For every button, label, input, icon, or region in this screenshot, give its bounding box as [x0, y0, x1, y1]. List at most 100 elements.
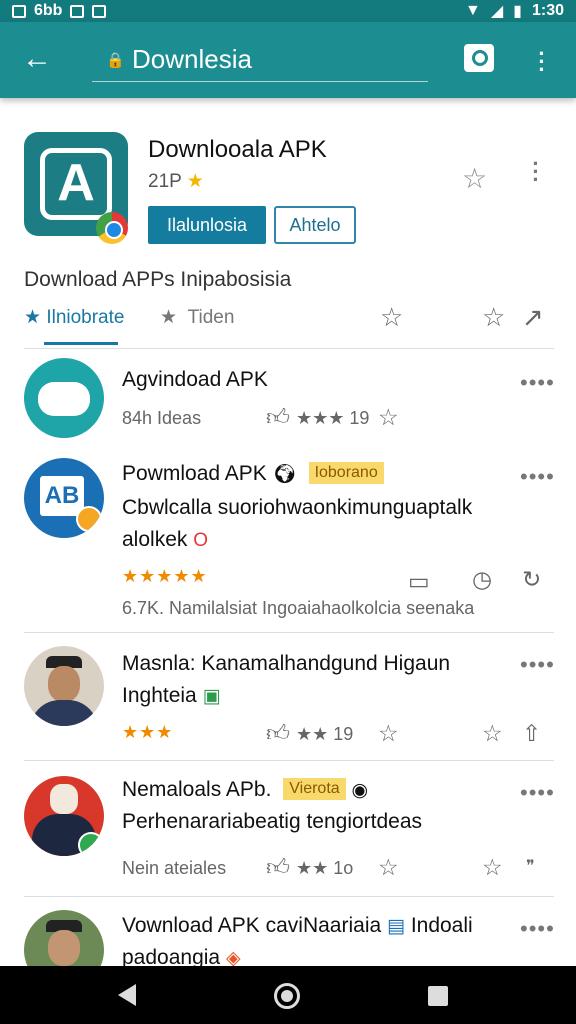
app-icon: ▣ — [202, 686, 221, 707]
nav-home-icon[interactable] — [274, 983, 300, 1009]
item-count: 19 — [333, 724, 354, 744]
item-description: Perhenarariabeatig tengiortdeas — [122, 810, 423, 833]
status-left-text: 6bb — [34, 2, 63, 19]
app-size: 21P ★ — [148, 170, 204, 193]
search-icon[interactable] — [464, 44, 494, 72]
secondary-button[interactable]: Ahtelo — [274, 206, 356, 244]
back-arrow-icon[interactable]: ← — [22, 42, 58, 78]
install-button[interactable]: Ilalunlosia — [148, 206, 266, 244]
app-bar: ← 🔒 Downlesia · · · — [0, 22, 576, 98]
thumbs-up-icon[interactable]: 👍︎ — [266, 854, 290, 882]
quote-icon[interactable]: ❞ — [526, 856, 535, 876]
list-item[interactable]: Masnla: Kanamalhandgund Higaun Inghteia … — [0, 640, 576, 752]
globe-icon: 🌍︎ — [272, 464, 297, 485]
app-name: Downlooala APK — [148, 136, 327, 163]
star-rating: ★★★ — [122, 722, 174, 742]
star-outline-icon[interactable]: ☆ — [482, 854, 503, 881]
document-icon: ▤ — [387, 916, 405, 937]
app-size-text: 21P — [148, 171, 182, 192]
thumbs-up-icon[interactable]: 👍︎ — [266, 404, 290, 432]
app-header: A Downlooala APK 21P ★ Ilalunlosia Ahtel… — [0, 98, 576, 352]
item-meta: 84h Ideas — [122, 408, 202, 428]
item-description-2-text: alolkek — [122, 528, 188, 551]
signal-icon: ◢ — [490, 3, 504, 20]
item-title-text: Vownload APK caviNaariaia — [122, 914, 382, 937]
item-tag: Ioborano — [308, 462, 384, 484]
nav-back-icon[interactable] — [118, 984, 136, 1006]
item-title: Powmload APK 🌍︎ Ioborano — [122, 462, 384, 486]
avatar — [24, 776, 104, 856]
list-item[interactable]: Vownload APK caviNaariaia ▤ Indoali pado… — [0, 904, 576, 966]
app-icon: ◉ — [351, 780, 369, 801]
clock-icon[interactable]: ◷ — [472, 566, 492, 593]
lock-icon: 🔒 — [106, 51, 125, 69]
item-meta: 6.7K. Namilalsiat Ingoaiahaolkolcia seen… — [122, 598, 475, 618]
avatar — [24, 646, 104, 726]
divider — [24, 896, 554, 897]
nav-recents-icon[interactable] — [428, 986, 448, 1006]
star-outline-icon[interactable]: ☆ — [378, 854, 399, 881]
system-nav-bar — [0, 966, 576, 1024]
more-horiz-icon[interactable]: •••• — [520, 652, 555, 678]
share-icon[interactable]: ↗ — [522, 302, 544, 333]
chrome-icon — [96, 212, 128, 244]
item-count: 19 — [349, 408, 370, 428]
star-outline-icon[interactable]: ☆ — [378, 720, 399, 747]
translate-app-icon: AB — [24, 458, 104, 538]
tab-inactive-label: Tiden — [187, 307, 235, 328]
comment-icon[interactable]: ▭ — [408, 568, 430, 595]
thumbs-up-icon[interactable]: 👍︎ — [266, 720, 290, 748]
chat-app-icon — [24, 358, 104, 438]
list-item[interactable]: AB Powmload APK 🌍︎ Ioborano Cbwlcalla su… — [0, 452, 576, 630]
star-outline-icon[interactable]: ☆ — [378, 404, 399, 431]
share-icon[interactable]: ↻ — [522, 566, 541, 593]
more-horiz-icon[interactable]: •••• — [520, 916, 555, 942]
message-icon — [70, 4, 85, 18]
more-vert-icon[interactable]: · · · — [530, 153, 542, 191]
battery-icon: ▮ — [513, 3, 522, 20]
upload-icon[interactable]: ⇧ — [522, 720, 541, 747]
opera-icon: O — [193, 530, 208, 551]
item-title: Agvindoad APK — [122, 368, 268, 391]
item-title-text: Powmload APK — [122, 462, 267, 485]
tab-active-label: Ilniobrate — [46, 307, 125, 328]
status-bar: 6bb ▼ ◢ ▮ 1:30 — [0, 0, 576, 22]
item-title: Nemaloals APb. Vierota ◉ — [122, 778, 368, 802]
item-description-text: padoangia — [122, 946, 221, 966]
item-description: Cbwlcalla suoriohwaonkimunguaptalk — [122, 496, 473, 519]
tab-active[interactable]: ★ Ilniobrate — [24, 306, 124, 329]
more-vert-icon[interactable]: · · · — [536, 43, 548, 81]
more-horiz-icon[interactable]: •••• — [520, 370, 555, 396]
item-description-2: alolkek O — [122, 528, 208, 552]
notification-icon — [12, 4, 26, 18]
more-horiz-icon[interactable]: •••• — [520, 780, 555, 806]
item-description-text: Inghteia — [122, 684, 197, 707]
star-icon: ★ — [186, 171, 204, 192]
list-item[interactable]: Agvindoad APK 84h Ideas 👍︎ ★★★ 19 ☆ •••• — [0, 352, 576, 444]
search-field[interactable]: 🔒 Downlesia — [92, 38, 428, 82]
item-meta: Nein ateiales — [122, 858, 227, 878]
item-tag: Vierota — [283, 778, 346, 800]
item-rating-text: ★★ 19 — [296, 724, 354, 744]
favorite-star-icon[interactable]: ☆ — [462, 162, 487, 195]
item-title-suffix: Indoali — [410, 914, 473, 937]
shield-icon — [92, 4, 107, 18]
star-outline-icon[interactable]: ☆ — [482, 720, 503, 747]
section-title: Download APPs Inipabosisia — [24, 268, 292, 291]
star-outline-icon[interactable]: ☆ — [482, 302, 505, 333]
app-icon: ◈ — [225, 948, 241, 966]
wifi-icon: ▼ — [465, 2, 481, 19]
more-horiz-icon[interactable]: •••• — [520, 464, 555, 490]
item-description: padoangia ◈ — [122, 946, 241, 966]
star-outline-icon[interactable]: ☆ — [380, 302, 403, 333]
tab-inactive[interactable]: ★ Tiden — [160, 306, 234, 329]
divider — [24, 348, 554, 349]
star-rating: ★★★★★ — [122, 566, 208, 586]
search-text: Downlesia — [132, 44, 252, 74]
divider — [24, 760, 554, 761]
status-time: 1:30 — [531, 2, 564, 19]
list-item[interactable]: Nemaloals APb. Vierota ◉ Perhenarariabea… — [0, 768, 576, 890]
divider — [24, 632, 554, 633]
item-description: Inghteia ▣ — [122, 684, 221, 708]
item-title-text: Nemaloals APb. — [122, 778, 272, 801]
